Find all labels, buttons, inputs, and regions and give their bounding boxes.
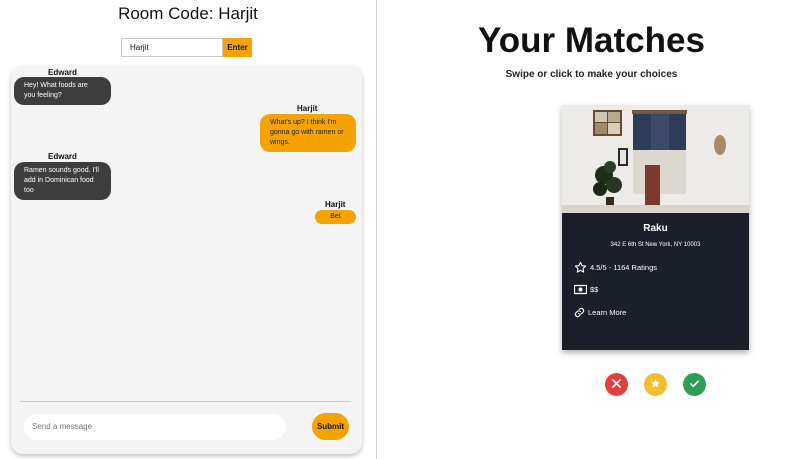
room-title: Room Code: Harjit — [118, 4, 258, 23]
message-sender: Edward — [48, 152, 77, 161]
accept-button[interactable] — [683, 373, 706, 396]
message-bubble: Hey! What foods are you feeling? — [14, 77, 111, 105]
message-bubble: Bet — [315, 210, 356, 224]
restaurant-photo — [562, 105, 749, 213]
message-sender: Edward — [48, 68, 77, 77]
link-icon — [574, 307, 585, 318]
chat-divider — [20, 401, 351, 402]
restaurant-name: Raku — [643, 223, 668, 234]
restaurant-info: Raku 342 E 6th St New York, NY 10003 4.5… — [562, 213, 749, 350]
chat-window: Edward Hey! What foods are you feeling? … — [11, 66, 362, 454]
submit-button[interactable]: Submit — [312, 413, 349, 440]
check-icon — [689, 376, 700, 394]
matches-title: Your Matches — [478, 21, 705, 60]
matches-subtitle: Swipe or click to make your choices — [505, 69, 678, 80]
rating-row: 4.5/5 - 1164 Ratings — [574, 261, 657, 274]
message-sender: Harjit — [325, 200, 346, 209]
message-input[interactable] — [24, 414, 286, 440]
message-bubble: Ramen sounds good. I'll add in Dominican… — [14, 162, 111, 200]
star-icon — [574, 261, 587, 274]
rating-text: 4.5/5 - 1164 Ratings — [590, 263, 657, 272]
message-bubble: What's up? I think I'm gonna go with ram… — [260, 114, 356, 152]
reject-button[interactable] — [605, 373, 628, 396]
price-text: $$ — [590, 285, 599, 294]
chat-pane: Room Code: Harjit Enter Edward Hey! What… — [0, 0, 376, 459]
price-row: $$ — [574, 284, 598, 295]
learn-more-link[interactable]: Learn More — [574, 307, 626, 318]
message-sender: Harjit — [297, 104, 318, 113]
money-icon — [574, 284, 587, 295]
favorite-button[interactable] — [644, 373, 667, 396]
close-icon — [611, 376, 622, 394]
room-code-input[interactable] — [121, 38, 223, 57]
restaurant-card[interactable]: Raku 342 E 6th St New York, NY 10003 4.5… — [562, 105, 749, 350]
learn-more-label[interactable]: Learn More — [588, 308, 626, 317]
star-icon — [650, 376, 661, 394]
enter-button[interactable]: Enter — [223, 38, 252, 57]
restaurant-address: 342 E 6th St New York, NY 10003 — [610, 242, 701, 248]
